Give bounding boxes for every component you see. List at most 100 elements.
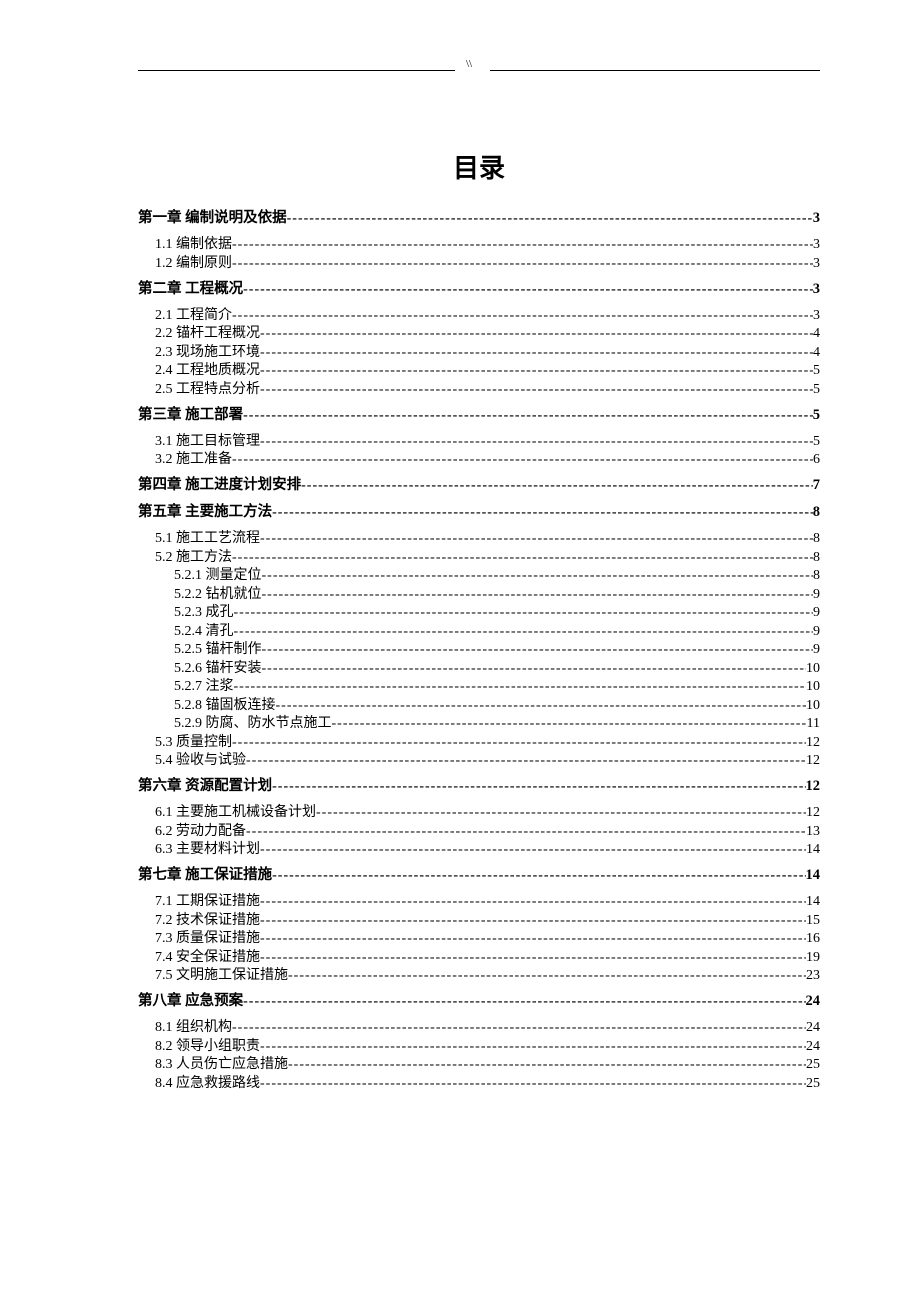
toc-entry-label: 5.2.8 锚固板连接: [174, 699, 276, 713]
toc-entry-label: 5.4 验收与试验: [155, 754, 246, 768]
toc-entry: 2.2 锚杆工程概况 4: [138, 327, 820, 341]
toc-entry: 2.3 现场施工环境 4: [138, 346, 820, 360]
toc-entry-page: 12: [806, 736, 820, 750]
toc-entry-label: 5.2.7 注浆: [174, 680, 234, 694]
toc-entry-label: 第八章 应急预案: [138, 994, 243, 1009]
toc-entry-label: 第七章 施工保证措施: [138, 868, 272, 883]
toc-leader-dots: [288, 969, 806, 983]
toc-entry-page: 10: [806, 662, 820, 676]
toc-entry: 1.2 编制原则 3: [138, 257, 820, 271]
toc-entry-label: 7.3 质量保证措施: [155, 932, 260, 946]
toc-entry-label: 5.2.5 锚杆制作: [174, 643, 262, 657]
toc-leader-dots: [246, 754, 806, 768]
toc-leader-dots: [288, 1058, 806, 1072]
toc-leader-dots: [232, 1021, 806, 1035]
toc-entry: 5.2.4 清孔 9: [138, 625, 820, 639]
toc-entry-page: 24: [806, 1040, 820, 1054]
toc-entry: 5.2.6 锚杆安装 10: [138, 662, 820, 676]
toc-entry-label: 第一章 编制说明及依据: [138, 211, 287, 226]
toc-entry: 第四章 施工进度计划安排 7: [138, 478, 820, 493]
toc-leader-dots: [276, 699, 807, 713]
toc-entry-page: 7: [813, 478, 820, 493]
toc-leader-dots: [260, 951, 806, 965]
toc-entry: 5.2.8 锚固板连接 10: [138, 699, 820, 713]
toc-leader-dots: [246, 825, 806, 839]
toc-entry-label: 2.2 锚杆工程概况: [155, 327, 260, 341]
toc-entry-page: 9: [813, 606, 820, 620]
header-rule-right: [490, 70, 820, 71]
toc-entry-label: 第四章 施工进度计划安排: [138, 478, 301, 493]
toc-entry-page: 25: [806, 1058, 820, 1072]
toc-entry-label: 5.2.6 锚杆安装: [174, 662, 262, 676]
toc-leader-dots: [232, 309, 813, 323]
toc-entry-page: 3: [813, 257, 820, 271]
toc-entry-label: 5.1 施工工艺流程: [155, 532, 260, 546]
toc-leader-dots: [262, 662, 807, 676]
toc-leader-dots: [287, 212, 813, 226]
header-mark: \\: [466, 58, 472, 70]
toc-entry-page: 8: [813, 569, 820, 583]
toc-entry: 3.1 施工目标管理 5: [138, 435, 820, 449]
toc-entry: 第八章 应急预案 24: [138, 994, 820, 1009]
toc-entry-label: 8.1 组织机构: [155, 1021, 232, 1035]
toc-entry-label: 2.5 工程特点分析: [155, 383, 260, 397]
toc-leader-dots: [232, 736, 806, 750]
toc-entry: 8.1 组织机构 24: [138, 1021, 820, 1035]
toc-entry-page: 24: [806, 1021, 820, 1035]
toc-entry-page: 12: [806, 806, 820, 820]
toc-leader-dots: [260, 364, 813, 378]
toc-entry: 2.1 工程简介 3: [138, 309, 820, 323]
toc-leader-dots: [243, 995, 805, 1009]
toc-entry-page: 13: [806, 825, 820, 839]
toc-entry-page: 3: [813, 309, 820, 323]
toc-entry: 5.2.3 成孔 9: [138, 606, 820, 620]
toc-entry-page: 15: [806, 914, 820, 928]
toc-entry-label: 第六章 资源配置计划: [138, 779, 272, 794]
toc-entry-page: 3: [813, 238, 820, 252]
toc-leader-dots: [234, 625, 814, 639]
toc-leader-dots: [232, 257, 813, 271]
toc-entry-page: 4: [813, 327, 820, 341]
toc-entry: 5.2.1 测量定位 8: [138, 569, 820, 583]
toc-entry: 5.2.2 钻机就位 9: [138, 588, 820, 602]
toc-entry-label: 1.2 编制原则: [155, 257, 232, 271]
toc-leader-dots: [243, 283, 813, 297]
toc-entry-page: 5: [813, 408, 820, 423]
toc-entry-page: 10: [806, 680, 820, 694]
toc-entry-label: 7.2 技术保证措施: [155, 914, 260, 928]
toc-entry-page: 3: [813, 282, 820, 297]
toc-entry: 5.2.5 锚杆制作 9: [138, 643, 820, 657]
toc-entry: 1.1 编制依据 3: [138, 238, 820, 252]
toc-entry-label: 6.1 主要施工机械设备计划: [155, 806, 316, 820]
toc-entry: 7.2 技术保证措施 15: [138, 914, 820, 928]
toc-entry: 6.3 主要材料计划 14: [138, 843, 820, 857]
toc-leader-dots: [260, 1077, 806, 1091]
toc-entry-label: 5.2.3 成孔: [174, 606, 234, 620]
toc-leader-dots: [260, 383, 813, 397]
toc-entry-page: 9: [813, 625, 820, 639]
toc-entry: 3.2 施工准备 6: [138, 453, 820, 467]
toc-entry-label: 7.4 安全保证措施: [155, 951, 260, 965]
toc-entry: 2.4 工程地质概况 5: [138, 364, 820, 378]
toc-entry-page: 12: [806, 754, 820, 768]
toc-entry: 第一章 编制说明及依据 3: [138, 211, 820, 226]
toc-leader-dots: [262, 643, 814, 657]
toc-leader-dots: [260, 843, 806, 857]
document-body: 目录 第一章 编制说明及依据 31.1 编制依据 31.2 编制原则 3第二章 …: [138, 148, 820, 1095]
toc-leader-dots: [232, 453, 813, 467]
toc-entry: 6.1 主要施工机械设备计划 12: [138, 806, 820, 820]
toc-entry-page: 11: [807, 717, 820, 731]
toc-entry-page: 12: [806, 779, 821, 794]
toc-entry-label: 5.2 施工方法: [155, 551, 232, 565]
toc-entry: 7.3 质量保证措施 16: [138, 932, 820, 946]
toc-entry: 7.1 工期保证措施 14: [138, 895, 820, 909]
toc-entry-label: 5.2.4 清孔: [174, 625, 234, 639]
toc-entry: 7.5 文明施工保证措施 23: [138, 969, 820, 983]
toc-entry-page: 24: [806, 994, 821, 1009]
toc-entry-label: 6.2 劳动力配备: [155, 825, 246, 839]
toc-leader-dots: [260, 1040, 806, 1054]
toc-entry-page: 4: [813, 346, 820, 360]
toc-entry-page: 10: [806, 699, 820, 713]
toc-leader-dots: [260, 435, 813, 449]
toc-entry-page: 5: [813, 435, 820, 449]
